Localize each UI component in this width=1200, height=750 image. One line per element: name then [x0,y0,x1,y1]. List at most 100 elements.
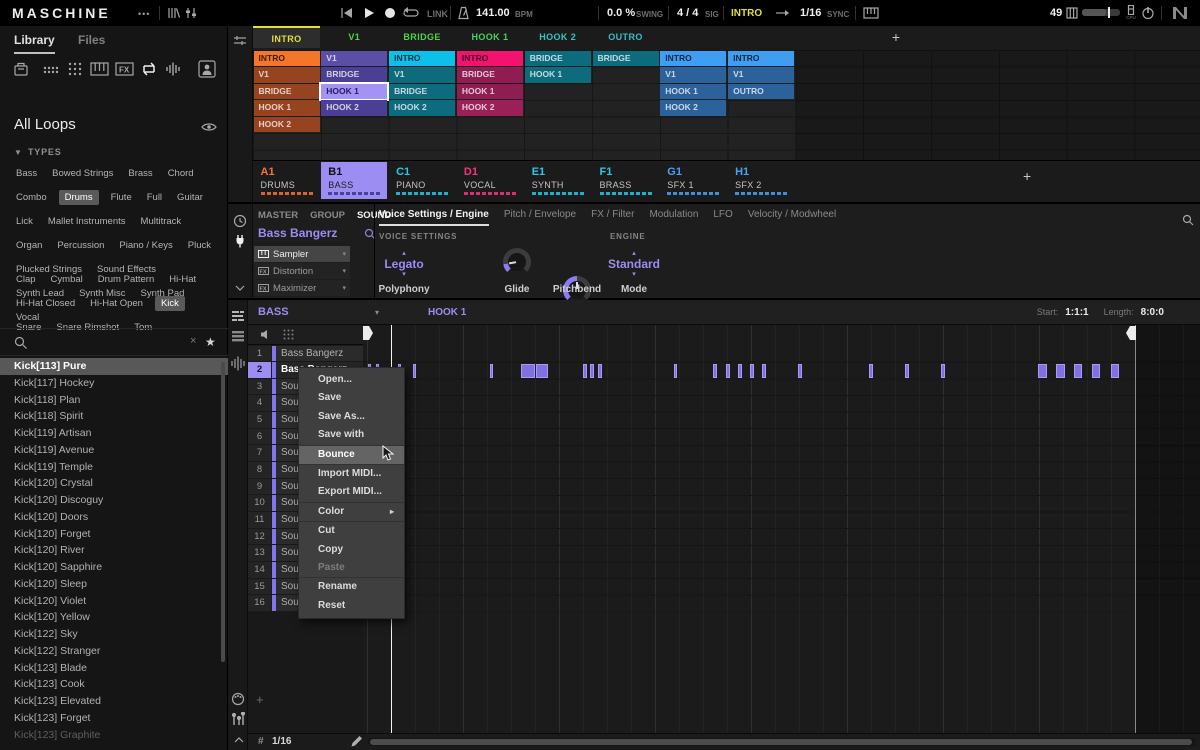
group-header-g1[interactable]: G1SFX 1 [660,162,726,199]
sampler-view-icon[interactable] [230,355,246,371]
select-value[interactable]: Legato [359,257,449,271]
group-header-d1[interactable]: D1VOCAL [457,162,523,199]
subtype-tag-hi-hat-open[interactable]: Hi-Hat Open [87,296,146,311]
pattern-cell-h-v1[interactable]: V1 [728,67,794,83]
pattern-cell-g-v1[interactable]: V1 [660,67,726,83]
loop-start-flag[interactable] [363,326,373,340]
note-event[interactable] [413,364,416,378]
scene-tab-hook-2[interactable]: HOOK 2 [524,26,591,48]
sound-number-1[interactable]: 1 [248,346,271,363]
page-tab-lfo[interactable]: LFO [713,209,732,226]
record-button[interactable] [384,7,396,19]
pattern-cell-b-bridge[interactable]: BRIDGE [321,67,387,83]
group-header-h1[interactable]: H1SFX 2 [728,162,794,199]
type-tag-full[interactable]: Full [144,190,165,205]
master-volume-meter[interactable] [1082,9,1120,16]
pattern-cell-c-bridge[interactable]: BRIDGE [389,84,455,100]
sound-row-1[interactable]: Bass Bangerz [272,346,363,363]
type-tag-bowed-strings[interactable]: Bowed Strings [49,166,116,181]
note-event[interactable] [674,364,677,378]
pattern-cell-d-hook-1[interactable]: HOOK 1 [457,84,523,100]
menu-item-export-midi[interactable]: Export MIDI... [299,483,404,501]
filter-sounds-icon[interactable] [66,60,84,78]
pattern-cell-h-intro[interactable]: INTRO [728,51,794,67]
sound-number-13[interactable]: 13 [248,545,271,562]
filter-instruments-icon[interactable] [90,62,110,76]
browser-result-item[interactable]: Kick[120] Sleep [0,576,228,593]
subtype-tag-drum-pattern[interactable]: Drum Pattern [95,272,158,287]
search-clear-icon[interactable]: × [190,335,196,347]
add-control-lane-button[interactable]: + [256,692,264,707]
sound-number-10[interactable]: 10 [248,495,271,512]
type-tag-brass[interactable]: Brass [125,166,155,181]
link-button[interactable]: LINK [427,9,448,19]
pattern-cell-e-hook-1[interactable]: HOOK 1 [525,67,591,83]
plugin-slot-distortion[interactable]: FXDistortion▾ [254,263,350,279]
browser-result-item[interactable]: Kick[120] River [0,542,228,559]
menu-item-import-midi[interactable]: Import MIDI... [299,465,404,483]
audio-engine-power-icon[interactable] [1141,6,1155,20]
length-value[interactable]: 8:0:0 [1141,307,1164,318]
group-selector-caret[interactable]: ▾ [375,308,379,317]
pattern-name[interactable]: HOOK 1 [428,307,466,318]
pattern-cell-a-bridge[interactable]: BRIDGE [254,84,320,100]
horizontal-scrollbar[interactable] [368,738,1196,746]
subtype-tag-hi-hat-closed[interactable]: Hi-Hat Closed [13,296,78,311]
menu-item-reset[interactable]: Reset [299,597,404,615]
page-tab-fx-filter[interactable]: FX / Filter [591,209,634,226]
browser-result-item[interactable]: Kick[123] Cook [0,676,228,693]
browser-result-item[interactable]: Kick[118] Plan [0,392,228,409]
menu-item-rename[interactable]: Rename [299,578,404,596]
note-event[interactable] [1056,364,1065,378]
scrollbar-thumb[interactable] [370,739,1192,745]
note-event[interactable] [490,364,493,378]
group-header-b1[interactable]: B1BASS [321,162,387,199]
browser-result-item[interactable]: Kick[113] Pure [0,358,228,375]
loop-button[interactable] [402,7,420,19]
pattern-cell-g-hook-2[interactable]: HOOK 2 [660,100,726,116]
group-header-e1[interactable]: E1SYNTH [525,162,591,199]
browser-result-item[interactable]: Kick[120] Forget [0,526,228,543]
tab-files[interactable]: Files [78,33,105,47]
scene-tab-outro[interactable]: OUTRO [592,26,659,48]
param-knob-glide[interactable] [503,248,531,276]
plugin-slot-caret[interactable]: ▾ [342,284,346,292]
sound-number-5[interactable]: 5 [248,412,271,429]
sound-number-3[interactable]: 3 [248,379,271,396]
select-down-caret[interactable]: ▾ [589,271,679,278]
select-down-caret[interactable]: ▾ [359,271,449,278]
pattern-cell-d-intro[interactable]: INTRO [457,51,523,67]
type-tag-percussion[interactable]: Percussion [54,238,107,253]
time-signature-value[interactable]: 4 / 4 [677,7,698,19]
page-tab-voice-settings-engine[interactable]: Voice Settings / Engine [379,209,489,226]
filter-fx-icon[interactable]: FX [115,62,135,76]
sound-number-14[interactable]: 14 [248,562,271,579]
browser-scrollbar[interactable] [221,362,225,662]
filter-groups-icon[interactable] [42,62,60,78]
sound-number-7[interactable]: 7 [248,445,271,462]
volume-handle[interactable] [1108,7,1110,18]
group-header-a1[interactable]: A1DRUMS [254,162,320,199]
pattern-cell-a-hook-2[interactable]: HOOK 2 [254,117,320,133]
app-menu-icon[interactable]: ••• [138,9,150,19]
type-tag-multitrack[interactable]: Multitrack [138,214,185,229]
note-event[interactable] [521,364,535,378]
pattern-cell-e-bridge[interactable]: BRIDGE [525,51,591,67]
sound-number-2[interactable]: 2 [248,362,271,379]
pad-mode-icon[interactable] [282,328,295,341]
note-event[interactable] [762,364,766,378]
pattern-cell-d-bridge[interactable]: BRIDGE [457,67,523,83]
bpm-value[interactable]: 141.00 [476,7,510,19]
browser-result-item[interactable]: Kick[123] Elevated [0,693,228,710]
scene-tab-hook-1[interactable]: HOOK 1 [456,26,523,48]
browser-result-item[interactable]: Kick[117] Hockey [0,375,228,392]
arrange-view-icon[interactable] [231,310,245,322]
note-event[interactable] [726,364,730,378]
current-section-display[interactable]: INTRO [731,8,762,19]
page-tab-velocity-modwheel[interactable]: Velocity / Modwheel [748,209,836,226]
type-tag-chord[interactable]: Chord [165,166,197,181]
type-tag-organ[interactable]: Organ [13,238,45,253]
favorites-star-icon[interactable]: ★ [205,335,216,349]
filter-projects-icon[interactable] [12,60,30,78]
plugin-slot-maximizer[interactable]: FXMaximizer▾ [254,280,350,296]
